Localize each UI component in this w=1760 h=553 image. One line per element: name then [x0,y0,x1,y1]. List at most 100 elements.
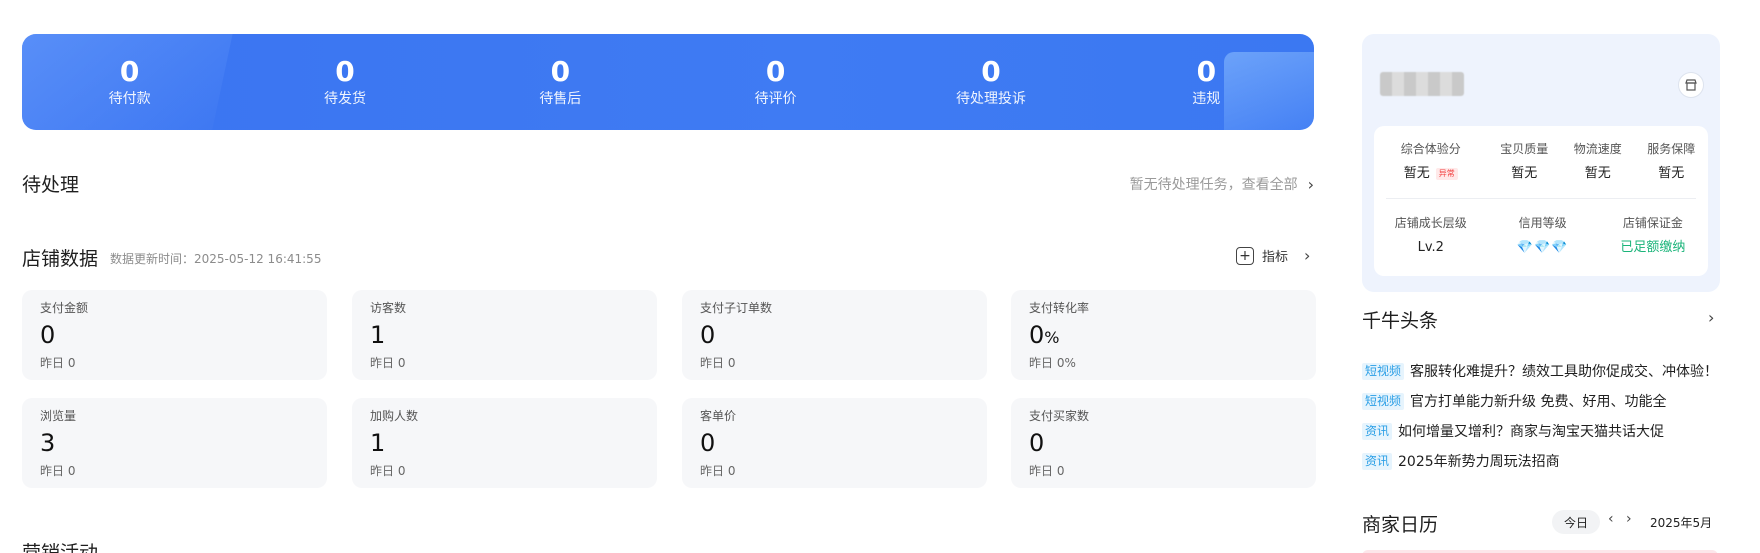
stat-value: 0 [119,55,140,88]
stat-label: 待评价 [754,91,797,107]
score-value: 暂无 [1658,166,1685,181]
stat-pending-aftersale[interactable]: 0 待售后 [453,34,668,130]
shop-data-title: 店铺数据 [22,248,99,270]
chevron-right-icon[interactable]: › [1626,511,1632,527]
metric-yesterday: 昨日 0 [370,464,406,478]
todo-view-all-link[interactable]: 暂无待处理任务，查看全部 › [1130,174,1314,194]
stat-pending-shipment[interactable]: 0 待发货 [237,34,452,130]
metric-value: 0 [40,321,56,349]
metric-yesterday: 昨日 0 [40,464,76,478]
abnormal-badge: 异常 [1435,168,1458,180]
headline-text: 官方打单能力新升级 免费、好用、功能全 [1410,394,1667,410]
headlines-title: 千牛头条 [1362,310,1439,332]
data-update-time: 数据更新时间：2025-05-12 16:41:55 [110,252,322,266]
stat-pending-payment[interactable]: 0 待付款 [22,34,237,130]
score-service[interactable]: 服务保障 暂无 [1634,140,1707,184]
calendar-month: 2025年5月 [1650,516,1713,530]
metric-yesterday: 昨日 0 [700,356,736,370]
stat-label: 待付款 [108,91,151,107]
metric-card-paying-buyers[interactable]: 支付买家数 0 昨日 0 [1011,398,1316,488]
headlines-list: 短视频 客服转化难提升？绩效工具助你促成交、冲体验！ 短视频 官方打单能力新升级… [1362,356,1722,476]
stat-label: 待处理投诉 [955,91,1026,107]
metric-value: 1 [370,429,386,457]
stat-label: 待发货 [323,91,366,107]
marketing-section-title: 营销活动 [22,542,99,553]
metric-label: 支付买家数 [1029,409,1090,423]
score-label: 信用等级 [1518,216,1567,230]
shop-name-redacted [1380,72,1464,96]
metric-card-pay-amount[interactable]: 支付金额 0 昨日 0 [22,290,327,380]
chevron-right-icon: › [1304,246,1311,265]
shop-score-panel: 综合体验分 暂无 异常 宝贝质量 暂无 物流速度 暂无 服务保障 暂无 店铺成长… [1374,126,1708,276]
metric-value: 0% [1029,321,1060,349]
metric-card-page-views[interactable]: 浏览量 3 昨日 0 [22,398,327,488]
score-label: 店铺成长层级 [1394,216,1467,230]
metric-label: 访客数 [370,301,407,315]
diamond-icon: 💎💎💎 [1516,240,1569,255]
score-value: 已足额缴纳 [1620,240,1686,255]
metric-value: 3 [40,429,56,457]
merchant-calendar-title: 商家日历 [1362,514,1439,536]
headline-text: 如何增量又增利？商家与淘宝天猫共话大促 [1398,424,1665,440]
stat-pending-complaints[interactable]: 0 待处理投诉 [883,34,1098,130]
score-row: 综合体验分 暂无 异常 宝贝质量 暂无 物流速度 暂无 服务保障 暂无 [1374,140,1708,184]
metric-card-sub-orders[interactable]: 支付子订单数 0 昨日 0 [682,290,987,380]
headline-item[interactable]: 资讯 如何增量又增利？商家与淘宝天猫共话大促 [1362,416,1722,446]
todo-section-title: 待处理 [22,174,80,196]
store-icon[interactable] [1678,72,1704,98]
score-label: 综合体验分 [1400,142,1461,156]
growth-level[interactable]: 店铺成长层级 Lv.2 [1374,214,1488,258]
chevron-right-icon: › [1307,174,1314,194]
score-value: 暂无 异常 [1404,164,1458,184]
metric-yesterday: 昨日 0 [700,464,736,478]
metric-button-label: 指标 [1262,250,1289,265]
score-value: 暂无 [1584,166,1611,181]
metric-value: 0 [1029,429,1045,457]
headline-tag: 短视频 [1362,392,1405,410]
stat-value: 0 [765,55,786,88]
stat-value: 0 [550,55,571,88]
headline-item[interactable]: 资讯 2025年新势力周玩法招商 [1362,446,1722,476]
stat-label: 违规 [1192,91,1221,107]
metric-value: 0 [700,321,716,349]
order-status-banner: 0 待付款 0 待发货 0 待售后 0 待评价 0 待处理投诉 0 违规 [22,34,1314,130]
metric-value: 0 [700,429,716,457]
credit-level[interactable]: 信用等级 💎💎💎 [1488,214,1598,258]
metric-card-visitors[interactable]: 访客数 1 昨日 0 [352,290,657,380]
stat-pending-review[interactable]: 0 待评价 [668,34,883,130]
shop-deposit[interactable]: 店铺保证金 已足额缴纳 [1598,214,1708,258]
score-label: 物流速度 [1573,142,1622,156]
divider [1386,198,1696,199]
stat-violations[interactable]: 0 违规 [1099,34,1314,130]
headline-text: 客服转化难提升？绩效工具助你促成交、冲体验！ [1410,364,1719,380]
score-logistics[interactable]: 物流速度 暂无 [1561,140,1634,184]
stat-value: 0 [335,55,355,88]
metric-label: 支付转化率 [1029,301,1090,315]
chevron-left-icon[interactable]: ‹ [1608,511,1614,527]
headline-item[interactable]: 短视频 官方打单能力新升级 免费、好用、功能全 [1362,386,1722,416]
metric-settings-button[interactable]: + 指标 › [1236,246,1310,265]
score-overall[interactable]: 综合体验分 暂无 异常 [1374,140,1488,184]
metric-label: 加购人数 [370,409,419,423]
score-item-quality[interactable]: 宝贝质量 暂无 [1488,140,1561,184]
score-row: 店铺成长层级 Lv.2 信用等级 💎💎💎 店铺保证金 已足额缴纳 [1374,214,1708,258]
metric-card-avg-order-value[interactable]: 客单价 0 昨日 0 [682,398,987,488]
headline-tag: 短视频 [1362,362,1405,380]
metric-yesterday: 昨日 0% [1029,356,1076,370]
metric-card-add-to-cart[interactable]: 加购人数 1 昨日 0 [352,398,657,488]
headline-item[interactable]: 短视频 客服转化难提升？绩效工具助你促成交、冲体验！ [1362,356,1722,386]
metric-label: 支付金额 [40,301,89,315]
stat-value: 0 [981,55,1001,88]
metric-label: 支付子订单数 [700,301,773,315]
calendar-today-button[interactable]: 今日 [1552,510,1600,534]
headline-text: 2025年新势力周玩法招商 [1398,454,1560,470]
headline-tag: 资讯 [1362,452,1393,470]
stat-value: 0 [1196,55,1217,88]
shop-profile-card: 综合体验分 暂无 异常 宝贝质量 暂无 物流速度 暂无 服务保障 暂无 店铺成长… [1362,34,1720,292]
metric-label: 客单价 [700,409,737,423]
todo-link-text: 暂无待处理任务，查看全部 [1129,177,1298,193]
metric-yesterday: 昨日 0 [370,356,406,370]
metric-card-conversion-rate[interactable]: 支付转化率 0% 昨日 0% [1011,290,1316,380]
score-value: Lv.2 [1417,240,1444,255]
chevron-right-icon[interactable]: › [1708,308,1714,327]
